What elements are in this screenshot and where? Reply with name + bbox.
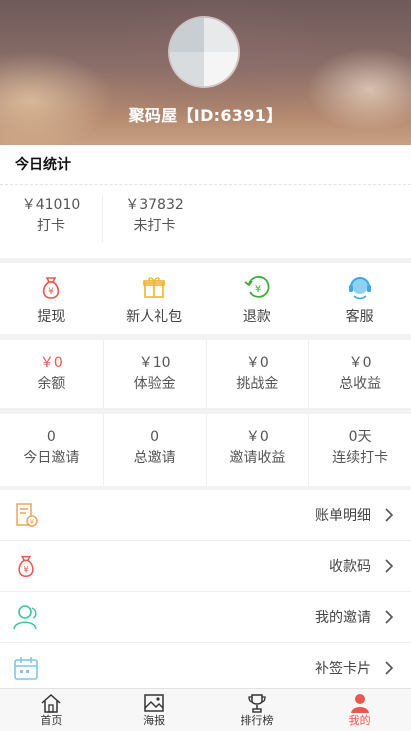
bottom-tab-bar: 首页 海报 排行榜 我的	[0, 688, 411, 731]
balance-stat[interactable]: ￥0 余额	[0, 340, 103, 408]
chevron-right-icon	[385, 508, 394, 522]
quick-actions: ¥ 提现 新人礼包 ¥ 退款 客服	[0, 263, 411, 334]
chevron-right-icon	[385, 559, 394, 573]
fund-label: 体验金	[133, 376, 176, 392]
menu-item-payment-code[interactable]: ¥ 收款码	[0, 541, 411, 592]
user-icon	[13, 605, 37, 630]
menu-label: 收款码	[329, 559, 371, 575]
invite-value: ￥0	[245, 429, 269, 445]
invite-earnings-stat[interactable]: ￥0 邀请收益	[205, 414, 309, 486]
tab-label: 海报	[143, 714, 166, 727]
invite-label: 总邀请	[133, 450, 176, 466]
svg-text:¥: ¥	[49, 287, 55, 297]
money-bag-icon: ¥	[43, 277, 60, 299]
chevron-right-icon	[385, 661, 394, 675]
trial-fund-stat[interactable]: ￥10 体验金	[102, 340, 206, 408]
action-label: 提现	[37, 309, 66, 325]
money-bag-icon: ¥	[18, 555, 34, 578]
svg-text:¥: ¥	[255, 284, 261, 295]
tab-label: 我的	[348, 714, 371, 727]
menu-item-makeup-card[interactable]: 补签卡片	[0, 643, 411, 694]
challenge-fund-stat[interactable]: ￥0 挑战金	[205, 340, 309, 408]
menu-list: ¥ 账单明细 ¥ 收款码 我的邀请 补签卡片	[0, 490, 411, 688]
tab-mine[interactable]: 我的	[308, 689, 411, 731]
customer-service-icon	[348, 277, 371, 300]
person-icon	[350, 694, 369, 713]
tab-label: 首页	[40, 714, 63, 727]
total-invites-stat[interactable]: 0 总邀请	[102, 414, 206, 486]
menu-label: 我的邀请	[315, 610, 371, 626]
calendar-icon	[14, 657, 38, 680]
refund-icon: ¥	[244, 275, 270, 298]
invite-label: 邀请收益	[229, 450, 286, 466]
stat-value: ￥41010	[21, 197, 81, 213]
menu-item-my-invites[interactable]: 我的邀请	[0, 592, 411, 643]
menu-item-bill-details[interactable]: ¥ 账单明细	[0, 490, 411, 541]
tab-leaderboard[interactable]: 排行榜	[206, 689, 309, 731]
tab-home[interactable]: 首页	[0, 689, 103, 731]
stat-label: 未打卡	[133, 218, 176, 234]
invite-value: 0天	[348, 429, 372, 445]
fund-value: ￥0	[348, 355, 372, 371]
customer-service-button[interactable]: 客服	[308, 263, 411, 334]
withdraw-button[interactable]: ¥ 提现	[0, 263, 103, 334]
today-stats-panel: 今日统计 ￥41010 打卡 ￥37832 未打卡	[0, 145, 411, 258]
image-icon	[144, 694, 164, 712]
stat-not-checked-in: ￥37832 未打卡	[102, 195, 206, 243]
fund-label: 余额	[37, 376, 66, 392]
invite-label: 今日邀请	[23, 450, 80, 466]
svg-text:¥: ¥	[23, 565, 28, 575]
trophy-icon	[248, 694, 266, 713]
profile-header: 聚码屋【ID:6391】	[0, 0, 411, 145]
tab-label: 排行榜	[240, 714, 274, 727]
menu-label: 补签卡片	[315, 661, 371, 677]
streak-stat[interactable]: 0天 连续打卡	[308, 414, 411, 486]
chevron-right-icon	[385, 610, 394, 624]
avatar[interactable]	[170, 18, 238, 86]
stat-label: 打卡	[37, 218, 65, 234]
action-label: 客服	[345, 309, 374, 325]
svg-text:¥: ¥	[30, 518, 35, 526]
gift-icon	[143, 277, 165, 298]
invite-value: 0	[150, 429, 160, 445]
action-label: 新人礼包	[126, 309, 183, 325]
invite-stats-panel: 0 今日邀请 0 总邀请 ￥0 邀请收益 0天 连续打卡	[0, 414, 411, 486]
fund-label: 挑战金	[236, 376, 279, 392]
fund-value: ￥0	[39, 355, 63, 371]
fund-value: ￥0	[245, 355, 269, 371]
invite-label: 连续打卡	[332, 450, 389, 466]
stat-checked-in: ￥41010 打卡	[0, 195, 102, 243]
action-label: 退款	[242, 309, 271, 325]
bill-icon: ¥	[16, 503, 38, 527]
stat-value: ￥37832	[125, 197, 184, 213]
home-icon	[41, 693, 61, 713]
new-user-gift-button[interactable]: 新人礼包	[103, 263, 206, 334]
today-invites-stat[interactable]: 0 今日邀请	[0, 414, 103, 486]
total-earnings-stat[interactable]: ￥0 总收益	[308, 340, 411, 408]
stats-title: 今日统计	[0, 145, 411, 185]
username: 聚码屋【ID:6391】	[128, 106, 283, 125]
tab-poster[interactable]: 海报	[103, 689, 206, 731]
fund-label: 总收益	[339, 376, 382, 392]
fund-value: ￥10	[138, 355, 171, 371]
refund-button[interactable]: ¥ 退款	[206, 263, 309, 334]
funds-panel: ￥0 余额 ￥10 体验金 ￥0 挑战金 ￥0 总收益	[0, 340, 411, 408]
menu-label: 账单明细	[315, 508, 371, 524]
invite-value: 0	[46, 429, 56, 445]
